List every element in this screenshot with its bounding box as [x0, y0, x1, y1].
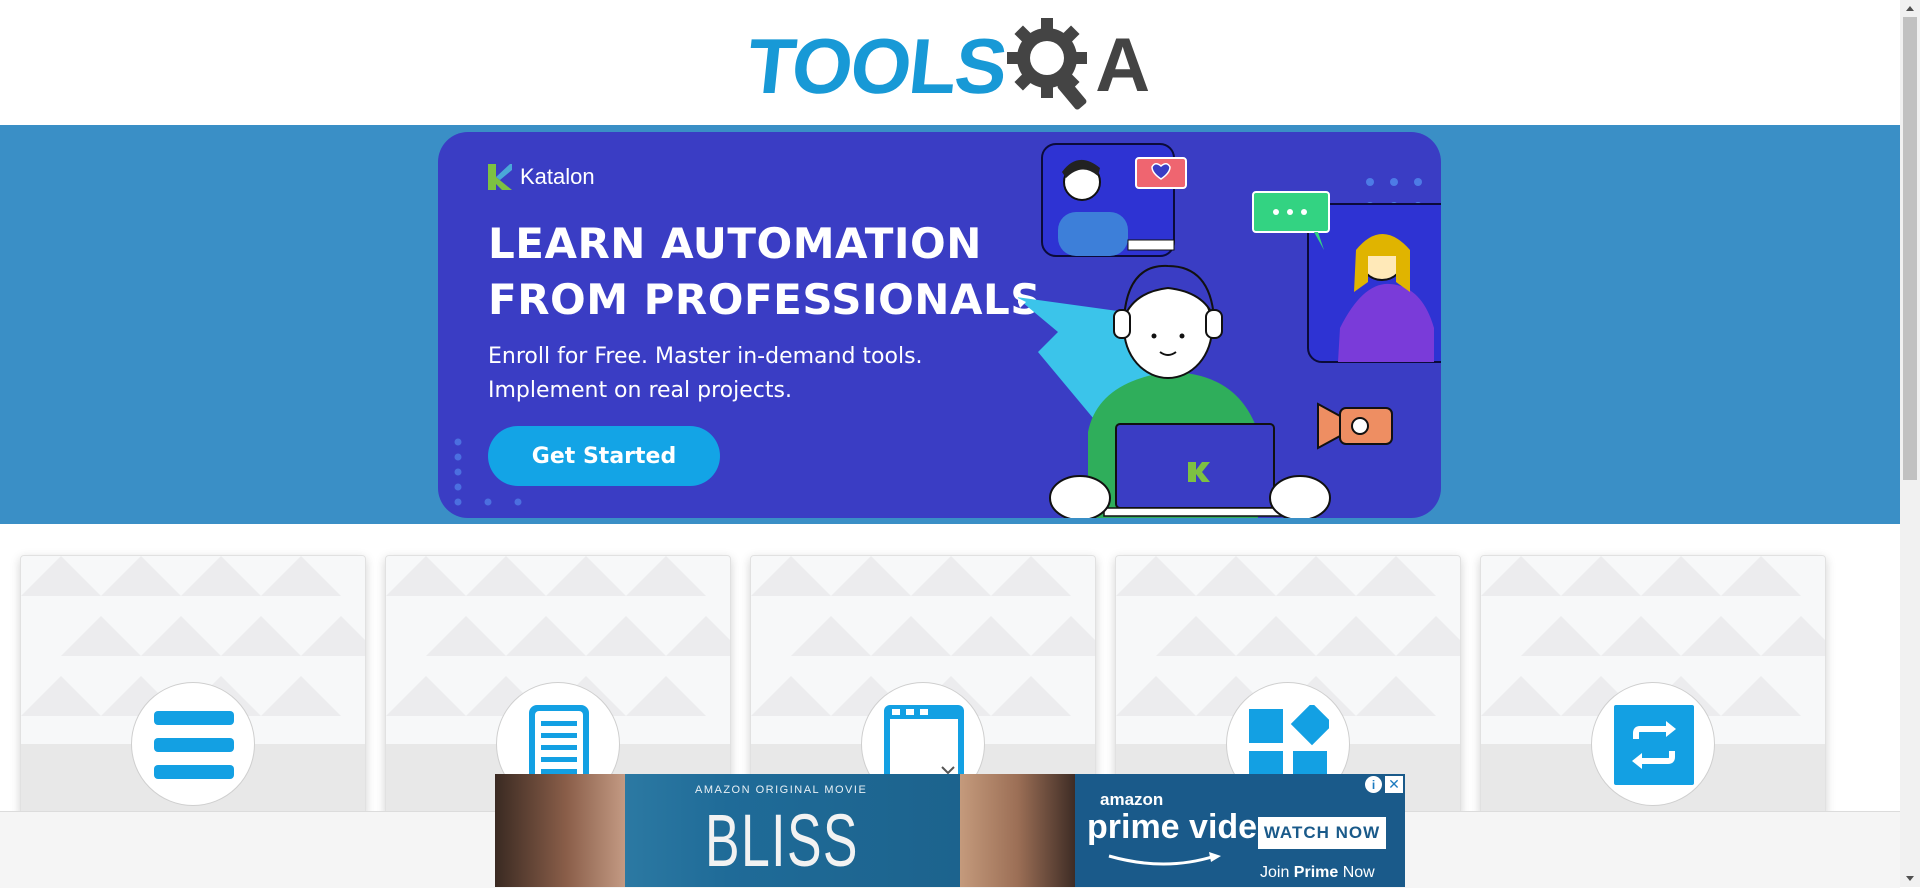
scroll-up-icon[interactable]	[1900, 0, 1920, 17]
interactions-icon	[1614, 705, 1694, 785]
scrollbar-thumb[interactable]	[1903, 17, 1917, 480]
subtext-line-1: Enroll for Free. Master in-demand tools.	[488, 344, 923, 369]
widgets-icon	[1249, 705, 1329, 785]
watch-now-button[interactable]: WATCH NOW	[1258, 817, 1386, 849]
card-icon-circle	[131, 682, 255, 806]
join-prime-bold: Prime	[1293, 864, 1339, 881]
category-card-interactions[interactable]	[1480, 555, 1826, 817]
scroll-down-icon[interactable]	[1900, 870, 1920, 887]
card-icon-circle	[1591, 682, 1715, 806]
logo-text-tools: TOOLS	[743, 22, 1010, 110]
ad-movie-title: BLISS	[705, 799, 859, 882]
katalon-brand: Katalon	[488, 164, 595, 190]
ad-close-icon[interactable]: ✕	[1385, 776, 1403, 793]
browser-window-icon	[884, 705, 964, 785]
menu-icon	[154, 711, 234, 779]
banner-illustration	[1018, 143, 1441, 518]
banner-subtext: Enroll for Free. Master in-demand tools.…	[488, 340, 923, 408]
ad-portrait-right	[960, 774, 1075, 887]
toolsqa-logo[interactable]: TOOLS A	[743, 18, 1158, 114]
document-icon	[529, 705, 589, 785]
banner-headline: LEARN AUTOMATION FROM PROFESSIONALS	[488, 216, 1041, 328]
site-header: TOOLS A	[0, 0, 1900, 125]
join-prime-text: Join Prime Now	[1260, 864, 1375, 882]
headline-line-2: FROM PROFESSIONALS	[488, 275, 1041, 324]
katalon-logo-icon	[488, 164, 512, 190]
logo-text-a: A	[1095, 23, 1151, 108]
amazon-prime-ad[interactable]: AMAZON ORIGINAL MOVIE BLISS amazon prime…	[495, 774, 1405, 887]
amazon-smile-icon	[1108, 852, 1221, 866]
get-started-button[interactable]: Get Started	[488, 426, 720, 486]
ad-info-icon[interactable]: i	[1365, 776, 1382, 793]
category-card-elements[interactable]	[20, 555, 366, 817]
ad-amazon-text: amazon	[1100, 790, 1164, 809]
vertical-scrollbar[interactable]	[1900, 0, 1920, 887]
subtext-line-2: Implement on real projects.	[488, 378, 792, 403]
headline-line-1: LEARN AUTOMATION	[488, 219, 982, 268]
ad-portrait-left	[495, 774, 625, 887]
join-suffix: Now	[1338, 864, 1375, 881]
join-prefix: Join	[1260, 864, 1294, 881]
ad-prime-video-text: prime video	[1087, 808, 1278, 846]
ad-tagline: AMAZON ORIGINAL MOVIE	[695, 784, 868, 796]
gear-magnifier-icon	[1007, 18, 1088, 110]
brand-name: Katalon	[520, 164, 595, 189]
katalon-promo-banner[interactable]: Katalon LEARN AUTOMATION FROM PROFESSION…	[438, 132, 1441, 518]
